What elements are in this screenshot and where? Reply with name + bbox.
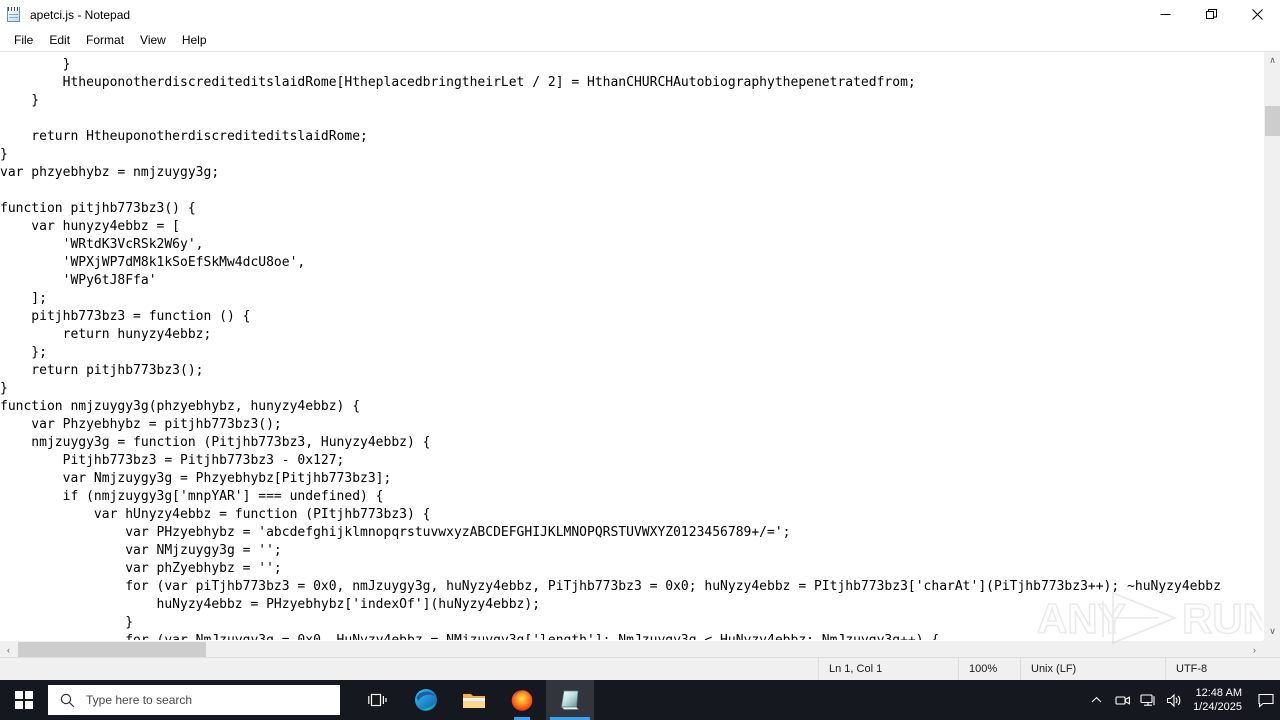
menu-item-format[interactable]: Format bbox=[78, 30, 132, 50]
editor-area[interactable]: } HtheuponotherdiscrediteditslaidRome[Ht… bbox=[0, 51, 1280, 657]
windows-start-icon[interactable] bbox=[0, 680, 48, 720]
menu-item-edit[interactable]: Edit bbox=[41, 30, 78, 50]
network-icon[interactable] bbox=[1135, 680, 1161, 720]
horizontal-scrollbar[interactable]: ‹ › bbox=[0, 640, 1263, 657]
search-placeholder: Type here to search bbox=[86, 693, 193, 707]
scroll-left-arrow-icon[interactable]: ‹ bbox=[0, 641, 17, 657]
menu-item-file[interactable]: File bbox=[6, 30, 41, 50]
horizontal-scrollbar-thumb[interactable] bbox=[18, 642, 206, 657]
menu-bar: File Edit Format View Help bbox=[0, 29, 1280, 51]
window-controls bbox=[1142, 0, 1280, 29]
restore-icon[interactable] bbox=[1188, 0, 1234, 29]
minimize-icon[interactable] bbox=[1142, 0, 1188, 29]
search-input[interactable]: Type here to search bbox=[48, 685, 340, 715]
status-bar: Ln 1, Col 1 100% Unix (LF) UTF-8 bbox=[0, 657, 1280, 681]
status-encoding: UTF-8 bbox=[1165, 657, 1280, 681]
scroll-down-arrow-icon[interactable]: ∨ bbox=[1264, 623, 1280, 640]
vertical-scrollbar[interactable]: ∧ ∨ bbox=[1263, 52, 1280, 640]
scroll-right-arrow-icon[interactable]: › bbox=[1246, 641, 1263, 657]
volume-icon[interactable] bbox=[1161, 680, 1187, 720]
task-view-icon[interactable] bbox=[354, 680, 402, 720]
vertical-scrollbar-thumb[interactable] bbox=[1265, 106, 1280, 136]
show-hidden-icons-chevron-icon[interactable] bbox=[1083, 680, 1109, 720]
file-explorer-icon[interactable] bbox=[450, 680, 498, 720]
clock-date: 1/24/2025 bbox=[1193, 701, 1242, 713]
text-canvas[interactable]: } HtheuponotherdiscrediteditslaidRome[Ht… bbox=[0, 56, 1263, 640]
code-text[interactable]: } HtheuponotherdiscrediteditslaidRome[Ht… bbox=[0, 56, 1263, 640]
clock-time: 12:48 AM bbox=[1195, 687, 1242, 699]
screen-recorder-icon[interactable] bbox=[1109, 680, 1135, 720]
title-bar[interactable]: apetci.js - Notepad bbox=[0, 0, 1280, 29]
clock[interactable]: 12:48 AM 1/24/2025 bbox=[1187, 680, 1252, 720]
taskbar-item-notepad[interactable] bbox=[546, 680, 594, 720]
notepad-window: apetci.js - Notepad File Edit Format Vie… bbox=[0, 0, 1280, 681]
window-title: apetci.js - Notepad bbox=[30, 7, 131, 22]
microsoft-edge-icon[interactable] bbox=[402, 680, 450, 720]
notifications-icon[interactable] bbox=[1252, 680, 1280, 720]
scroll-up-arrow-icon[interactable]: ∧ bbox=[1264, 52, 1280, 69]
status-cursor-position: Ln 1, Col 1 bbox=[818, 657, 958, 681]
scrollbar-corner bbox=[1263, 640, 1280, 657]
close-icon[interactable] bbox=[1234, 0, 1280, 29]
taskbar: Type here to search 12:48 AM 1/24/2025 bbox=[0, 680, 1280, 720]
status-line-ending: Unix (LF) bbox=[1020, 657, 1165, 681]
status-zoom-level[interactable]: 100% bbox=[958, 657, 1020, 681]
search-icon bbox=[48, 685, 86, 715]
system-tray: 12:48 AM 1/24/2025 bbox=[1083, 680, 1280, 720]
firefox-icon[interactable] bbox=[498, 680, 546, 720]
menu-item-view[interactable]: View bbox=[132, 30, 174, 50]
menu-item-help[interactable]: Help bbox=[174, 30, 215, 50]
notepad-icon bbox=[6, 6, 22, 23]
